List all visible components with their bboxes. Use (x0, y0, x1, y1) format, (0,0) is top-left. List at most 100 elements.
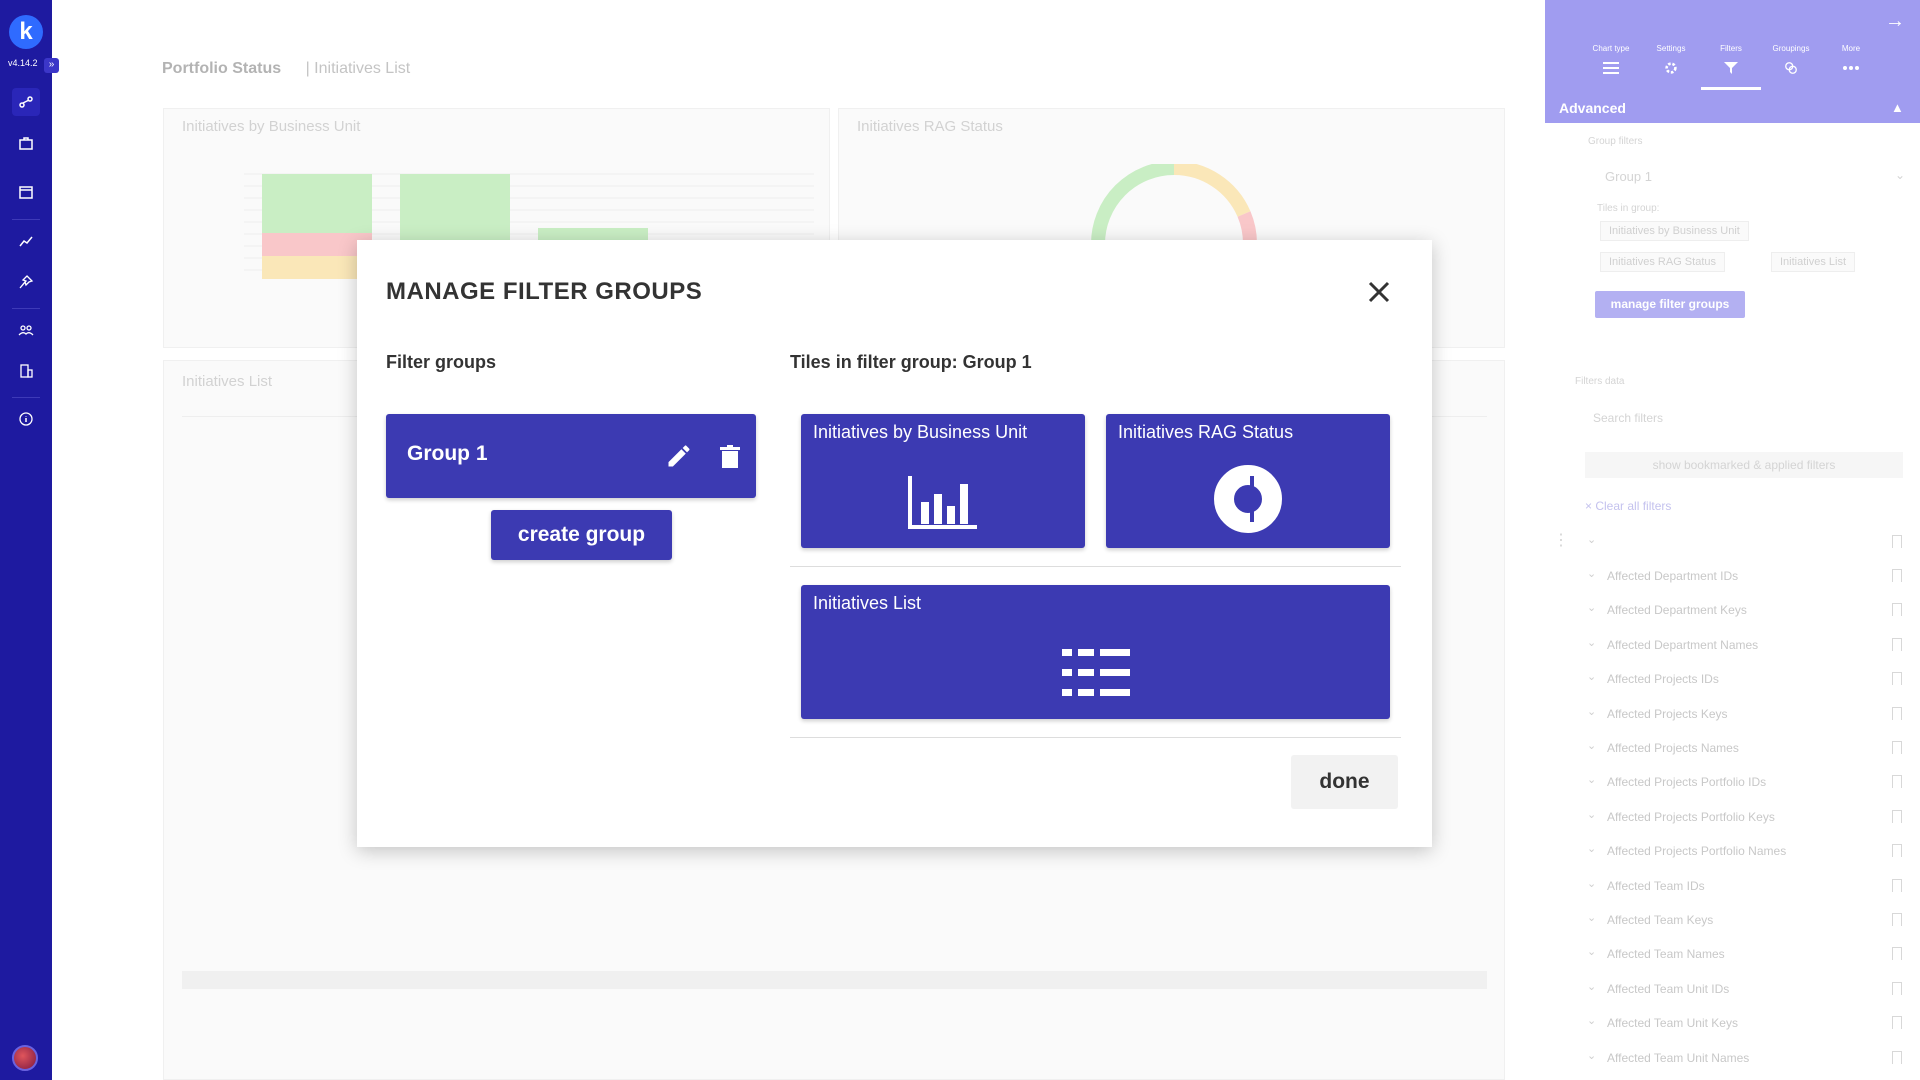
chip-rag-status[interactable]: Initiatives RAG Status (1600, 252, 1725, 272)
filter-row[interactable]: ⌄ (1587, 533, 1907, 553)
bookmark-icon[interactable] (1892, 534, 1902, 548)
app-logo[interactable]: k (9, 15, 43, 49)
bookmark-icon[interactable] (1892, 741, 1902, 754)
bookmark-icon[interactable] (1892, 1016, 1902, 1030)
filter-icon (1724, 62, 1738, 74)
version-label: v4.14.2 (8, 58, 38, 68)
filter-row[interactable]: ⌄ Affected Team Unit Keys (1587, 1014, 1907, 1034)
chevron-down-icon[interactable]: ⌄ (1587, 636, 1596, 649)
tab-more[interactable]: More (1821, 44, 1881, 75)
filter-groups-heading: Filter groups (386, 352, 497, 372)
tab-label: More (1841, 44, 1861, 53)
tab-settings[interactable]: Settings (1641, 44, 1701, 75)
tab-label: Chart type (1592, 44, 1630, 53)
bookmark-icon[interactable] (1892, 672, 1902, 686)
team-icon[interactable] (12, 316, 40, 344)
bookmark-icon[interactable] (1892, 775, 1902, 789)
filter-label: Affected Team Unit Keys (1607, 1016, 1738, 1031)
bookmark-icon[interactable] (1892, 981, 1902, 995)
portfolio-icon[interactable] (12, 88, 40, 116)
tile-initiatives-list[interactable]: Initiatives List (801, 585, 1390, 719)
arrow-right-icon[interactable]: → (1885, 10, 1905, 33)
filter-label: Affected Team IDs (1607, 878, 1705, 893)
bookmark-icon[interactable] (1892, 878, 1902, 892)
chevron-down-icon[interactable]: ⌄ (1587, 567, 1596, 580)
show-bookmarked-button[interactable]: show bookmarked & applied filters (1585, 452, 1903, 478)
chevron-down-icon[interactable]: ⌄ (1587, 842, 1596, 855)
bookmark-icon[interactable] (1892, 706, 1902, 720)
chevron-down-icon[interactable]: ⌄ (1587, 911, 1596, 924)
filter-row[interactable]: ⌄ Affected Projects Portfolio Names (1587, 842, 1907, 862)
tab-chart-type[interactable]: Chart type (1581, 44, 1641, 75)
building-icon[interactable] (12, 357, 40, 385)
chevron-down-icon[interactable]: ⌄ (1587, 601, 1596, 614)
filter-row[interactable]: ⌄ Affected Department Keys (1587, 601, 1907, 621)
search-filters-input[interactable]: Search filters (1593, 411, 1663, 425)
chevron-down-icon[interactable]: ⌄ (1895, 168, 1905, 182)
close-icon[interactable] (1362, 275, 1396, 309)
chevron-down-icon[interactable]: ⌄ (1587, 773, 1596, 786)
manage-filter-groups-button[interactable]: manage filter groups (1595, 291, 1745, 318)
chevron-down-icon[interactable]: ⌄ (1587, 670, 1596, 683)
filter-label: Affected Team Names (1607, 947, 1725, 962)
bookmark-icon[interactable] (1892, 637, 1902, 651)
filter-row[interactable]: ⌄ Affected Department Names (1587, 636, 1907, 656)
filter-row[interactable]: ⌄ Affected Team Names (1587, 945, 1907, 965)
tile-business-unit[interactable]: Initiatives by Business Unit (801, 414, 1085, 548)
chevron-down-icon[interactable]: ⌄ (1587, 877, 1596, 890)
done-button[interactable]: done (1291, 755, 1398, 809)
filter-row[interactable]: ⌄ Affected Team Unit Names (1587, 1049, 1907, 1069)
calendar-icon[interactable] (12, 178, 40, 206)
filter-row[interactable]: ⌄ Affected Team Keys (1587, 911, 1907, 931)
chevron-up-icon[interactable]: ▲ (1891, 100, 1904, 115)
bookmark-icon[interactable] (1892, 844, 1902, 858)
user-avatar[interactable] (12, 1045, 38, 1071)
bookmark-icon[interactable] (1892, 809, 1902, 823)
filter-row[interactable]: ⌄ Affected Team IDs (1587, 877, 1907, 897)
pin-icon[interactable] (12, 268, 40, 296)
bookmark-icon[interactable] (1892, 913, 1902, 926)
clear-all-filters-link[interactable]: × Clear all filters (1585, 499, 1671, 513)
bookmark-icon[interactable] (1892, 947, 1902, 961)
delete-icon[interactable] (719, 445, 741, 469)
tab-initiatives-list[interactable]: | Initiatives List (306, 60, 411, 77)
bar-chart-icon (907, 476, 979, 535)
chevron-down-icon[interactable]: ⌄ (1587, 945, 1596, 958)
filter-row[interactable]: ⌄ Affected Projects IDs (1587, 670, 1907, 690)
tab-filters[interactable]: Filters (1701, 44, 1761, 90)
filter-row[interactable]: ⌄ Affected Team Unit IDs (1587, 980, 1907, 1000)
create-group-button[interactable]: create group (491, 510, 672, 560)
tab-portfolio-status[interactable]: Portfolio Status (162, 60, 281, 77)
chevron-down-icon[interactable]: ⌄ (1587, 533, 1596, 546)
chevron-down-icon[interactable]: ⌄ (1587, 1049, 1596, 1062)
filter-row[interactable]: ⌄ Affected Projects Keys (1587, 705, 1907, 725)
chevron-down-icon[interactable]: ⌄ (1587, 980, 1596, 993)
chevron-down-icon[interactable]: ⌄ (1587, 808, 1596, 821)
tile-rag-status[interactable]: Initiatives RAG Status (1106, 414, 1390, 548)
line-chart-icon[interactable] (12, 227, 40, 255)
briefcase-icon[interactable] (12, 129, 40, 157)
chip-business-unit[interactable]: Initiatives by Business Unit (1600, 221, 1749, 241)
drag-handle-icon[interactable]: ⋮ (1553, 530, 1569, 550)
filter-row[interactable]: ⌄ Affected Department IDs (1587, 567, 1907, 587)
chevron-down-icon[interactable]: ⌄ (1587, 705, 1596, 718)
advanced-section-title[interactable]: Advanced (1559, 100, 1626, 116)
group-select[interactable]: Group 1 (1605, 169, 1652, 184)
expand-nav-button[interactable]: » (44, 58, 59, 73)
bookmark-icon[interactable] (1892, 1050, 1902, 1064)
bookmark-icon[interactable] (1892, 603, 1902, 617)
chip-initiatives-list[interactable]: Initiatives List (1771, 252, 1856, 272)
info-icon[interactable] (12, 405, 40, 433)
chevron-down-icon[interactable]: ⌄ (1587, 1014, 1596, 1027)
edit-icon[interactable] (665, 442, 693, 470)
filter-group-card[interactable]: Group 1 (386, 414, 756, 498)
dialog-title: MANAGE FILTER GROUPS (386, 278, 703, 305)
filter-row[interactable]: ⌄ Affected Projects Portfolio IDs (1587, 773, 1907, 793)
footer-divider (790, 737, 1401, 738)
tab-label: Settings (1656, 44, 1686, 53)
filter-row[interactable]: ⌄ Affected Projects Portfolio Keys (1587, 808, 1907, 828)
tab-groupings[interactable]: Groupings (1761, 44, 1821, 75)
filter-row[interactable]: ⌄ Affected Projects Names (1587, 739, 1907, 759)
bookmark-icon[interactable] (1892, 569, 1902, 582)
chevron-down-icon[interactable]: ⌄ (1587, 739, 1596, 752)
